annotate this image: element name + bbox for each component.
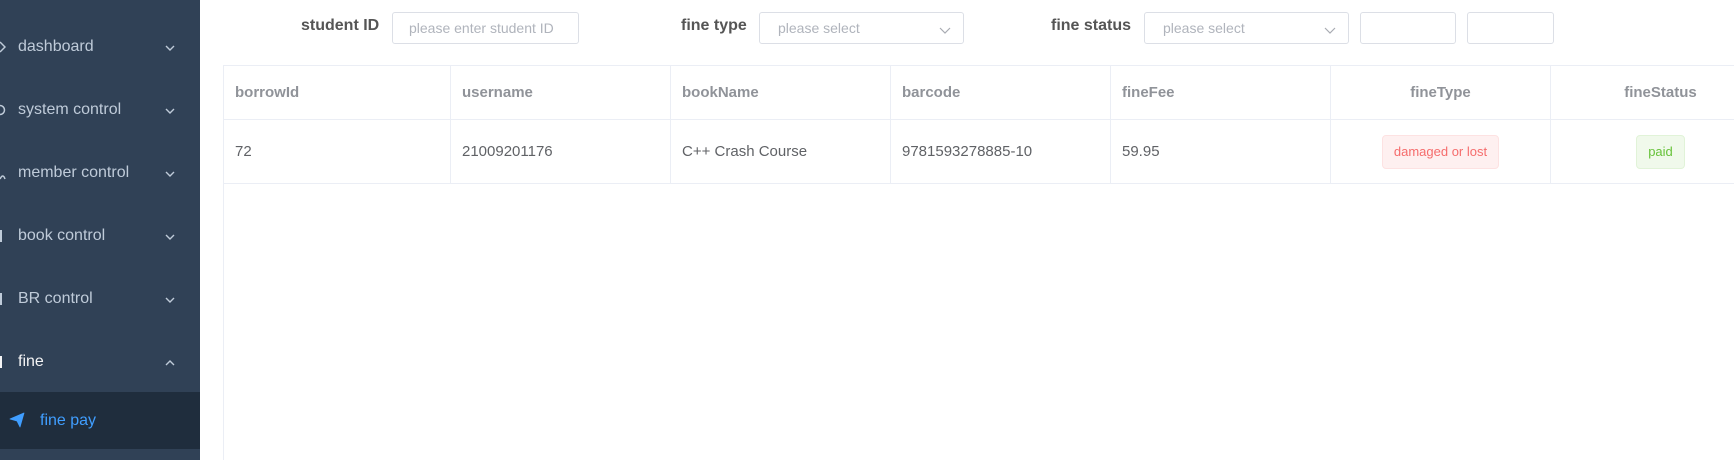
chevron-down-icon xyxy=(164,167,176,179)
fine-type-tag: damaged or lost xyxy=(1381,134,1500,169)
chevron-down-icon xyxy=(164,293,176,305)
chevron-up-icon xyxy=(164,356,176,368)
book-icon xyxy=(0,229,6,243)
sidebar-item-label: member control xyxy=(18,163,130,181)
cell-barcode: 9781593278885-10 xyxy=(891,120,1111,184)
column-header-borrowid: borrowId xyxy=(224,66,451,120)
column-header-barcode: barcode xyxy=(891,66,1111,120)
reset-button[interactable] xyxy=(1467,12,1554,44)
column-header-bookname: bookName xyxy=(671,66,891,120)
br-icon xyxy=(0,292,6,306)
fine-status-label: fine status xyxy=(1051,17,1132,34)
system-icon xyxy=(0,103,6,117)
student-id-input[interactable] xyxy=(392,12,579,44)
fine-type-label: fine type xyxy=(681,17,747,34)
column-header-finefee: fineFee xyxy=(1111,66,1331,120)
cell-finefee: 59.95 xyxy=(1111,120,1331,184)
column-header-username: username xyxy=(451,66,671,120)
chevron-down-icon xyxy=(164,104,176,116)
fine-status-tag: paid xyxy=(1636,134,1685,169)
student-id-label: student ID xyxy=(301,17,380,34)
sidebar-subitem-label: fine pay xyxy=(40,411,97,429)
sidebar-item-label: book control xyxy=(18,226,106,244)
sidebar-item-br-control[interactable]: BR control xyxy=(0,267,200,330)
fine-icon xyxy=(0,355,6,369)
column-header-finetype: fineType xyxy=(1331,66,1551,120)
cell-bookname: C++ Crash Course xyxy=(671,120,891,184)
paper-plane-icon xyxy=(9,412,25,428)
sidebar-item-fine[interactable]: fine xyxy=(0,330,200,393)
column-header-finestatus: fineStatus xyxy=(1551,66,1734,120)
sidebar-item-label: system control xyxy=(18,100,122,118)
sidebar-item-system-control[interactable]: system control xyxy=(0,78,200,141)
sidebar-item-member-control[interactable]: member control xyxy=(0,141,200,204)
fine-type-select[interactable]: please select xyxy=(759,12,964,44)
cell-finetype: damaged or lost xyxy=(1331,120,1551,184)
sidebar: dashboard system control member control … xyxy=(0,0,200,460)
chevron-down-icon xyxy=(164,230,176,242)
sidebar-item-book-control[interactable]: book control xyxy=(0,204,200,267)
cell-finestatus: paid xyxy=(1551,120,1734,184)
chevron-down-icon xyxy=(1324,23,1336,35)
fines-table: borrowId username bookName barcode fineF… xyxy=(223,65,1734,460)
sidebar-item-label: dashboard xyxy=(18,37,94,55)
search-button[interactable] xyxy=(1360,12,1456,44)
dashboard-icon xyxy=(0,40,6,54)
fine-status-select[interactable]: please select xyxy=(1144,12,1349,44)
member-icon xyxy=(0,166,6,180)
sidebar-item-label: BR control xyxy=(18,289,93,307)
chevron-down-icon xyxy=(164,41,176,53)
fine-status-placeholder: please select xyxy=(1163,20,1245,36)
sidebar-item-label: fine xyxy=(18,352,44,370)
cell-borrowid: 72 xyxy=(224,120,451,184)
chevron-down-icon xyxy=(939,23,951,35)
sidebar-subitem-fine-pay[interactable]: fine pay xyxy=(0,392,200,449)
cell-username: 21009201176 xyxy=(451,120,671,184)
fine-type-placeholder: please select xyxy=(778,20,860,36)
sidebar-item-dashboard[interactable]: dashboard xyxy=(0,15,200,78)
